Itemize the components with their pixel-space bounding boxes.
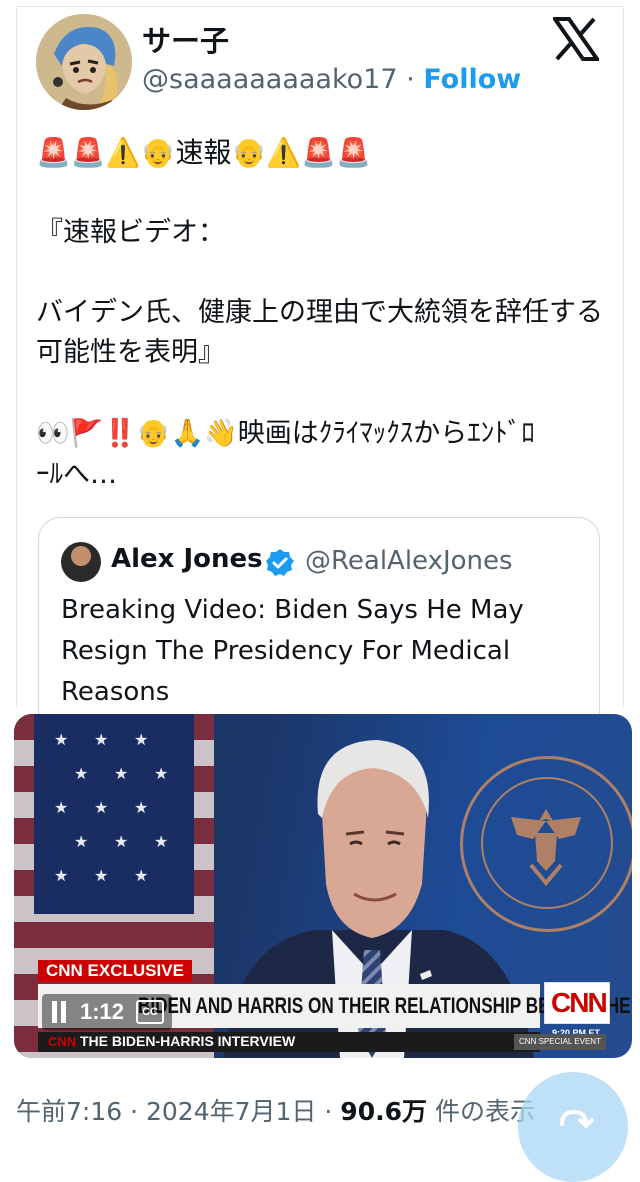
special-event-tag: CNN SPECIAL EVENT (514, 1034, 606, 1050)
meta-separator: · (324, 1097, 333, 1126)
verified-badge-icon (266, 549, 294, 576)
quoted-avatar (61, 542, 101, 582)
video-player[interactable]: ★ ★ ★ ★ ★ ★ ★ ★ ★ ★ ★ ★ ★ ★ ★ CNN EXCLUS… (14, 714, 632, 1058)
handle-separator: · (406, 64, 415, 95)
meta-separator: · (130, 1097, 139, 1126)
quoted-tweet[interactable]: Alex Jones @RealAlexJones Breaking Video… (38, 517, 600, 718)
tweet-line-1: 『速報ビデオ： (36, 217, 225, 248)
tweet-meta: 午前7:16 · 2024年7月1日 · 90.6万 件の表示 (16, 1092, 535, 1128)
author-handle[interactable]: @saaaaaaaaako17 (142, 64, 398, 95)
network-logo: CNN (544, 982, 610, 1024)
avatar-illustration (36, 14, 132, 110)
quoted-tweet-text: Breaking Video: Biden Says He May Resign… (61, 595, 524, 707)
interview-logo: CNN (48, 1034, 77, 1049)
elapsed-time: 1:12 (80, 999, 125, 1024)
share-icon (560, 1109, 594, 1129)
network-logo-text: CNN (551, 987, 608, 1018)
x-logo-icon[interactable] (553, 17, 599, 61)
tweet-emoji-line-2-continued: ｰﾙへ… (36, 459, 117, 490)
floating-action-button[interactable] (518, 1072, 628, 1182)
follow-button[interactable]: Follow (423, 64, 521, 95)
quoted-author-handle: @RealAlexJones (305, 546, 513, 576)
tweet-emoji-line-2: 👀🚩‼️👴🙏👋映画はｸﾗｲﾏｯｸｽからｴﾝﾄﾞﾛ (36, 418, 535, 449)
interview-title: THE BIDEN-HARRIS INTERVIEW (80, 1033, 296, 1049)
post-date: 2024年7月1日 (146, 1097, 317, 1126)
tweet-line-2: バイデン氏、健康上の理由で大統領を辞任する可能性を表明』 (36, 297, 603, 368)
exclusive-badge: CNN EXCLUSIVE (38, 960, 192, 982)
captions-icon[interactable]: CC (136, 1000, 165, 1024)
author-avatar[interactable] (36, 14, 132, 110)
post-time: 午前7:16 (16, 1097, 123, 1126)
quoted-author-name: Alex Jones (111, 544, 263, 574)
view-count: 90.6万 (340, 1097, 427, 1126)
flag-union: ★ ★ ★ ★ ★ ★ ★ ★ ★ ★ ★ ★ ★ ★ ★ (34, 714, 194, 914)
video-controls: 1:12 CC (42, 994, 173, 1030)
author-display-name[interactable]: サー子 (142, 18, 229, 60)
author-handle-row: @saaaaaaaaako17 · Follow (142, 64, 521, 95)
pause-icon[interactable] (50, 1001, 68, 1023)
tweet-emoji-line: 🚨🚨⚠️👴速報👴⚠️🚨🚨 (36, 136, 371, 169)
